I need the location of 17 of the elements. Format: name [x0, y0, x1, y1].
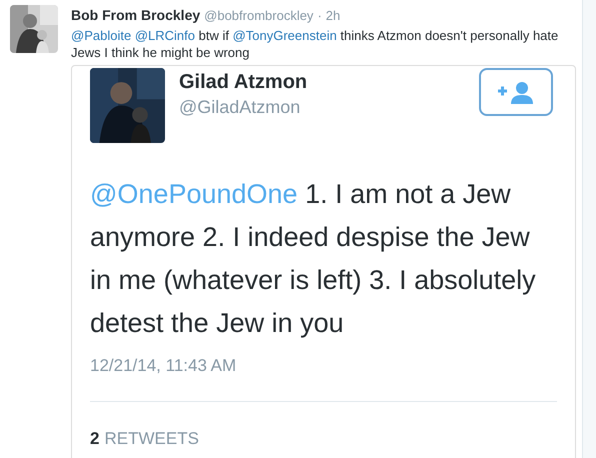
embedded-tweet-text: @OnePoundOne 1. I am not a Jew anymore 2. I indeed despise the Jew in me (whatever is left) 3. I absolutely detest the Jew in you — [90, 178, 537, 340]
retweet-count: 2 — [90, 428, 100, 450]
mention-link[interactable]: @Pabloite — [71, 28, 132, 43]
mention-link[interactable]: @LRCinfo — [134, 28, 195, 43]
tweet-text: @Pabloite @LRCinfo btw if @TonyGreenstein thinks Atzmon doesn't personally hate Jews I think he might be wrong — [71, 27, 560, 61]
separator: · — [317, 7, 322, 25]
author-handle[interactable]: @GiladAtzmon — [179, 95, 479, 119]
mention-link[interactable]: @TonyGreenstein — [232, 28, 337, 43]
author-handle[interactable]: @bobfrombrockley — [204, 6, 314, 26]
mention-link[interactable]: @OnePoundOne — [90, 179, 298, 209]
author-name[interactable]: Bob From Brockley — [71, 5, 200, 26]
follow-button[interactable] — [479, 68, 553, 116]
tweet-date: 12/21/14, 11:43 AM — [90, 355, 238, 377]
tweet-time[interactable]: 2h — [326, 6, 340, 26]
retweet-label: RETWEETS — [104, 428, 199, 450]
follow-icon — [496, 80, 536, 104]
author-name[interactable]: Gilad Atzmon — [179, 69, 479, 95]
